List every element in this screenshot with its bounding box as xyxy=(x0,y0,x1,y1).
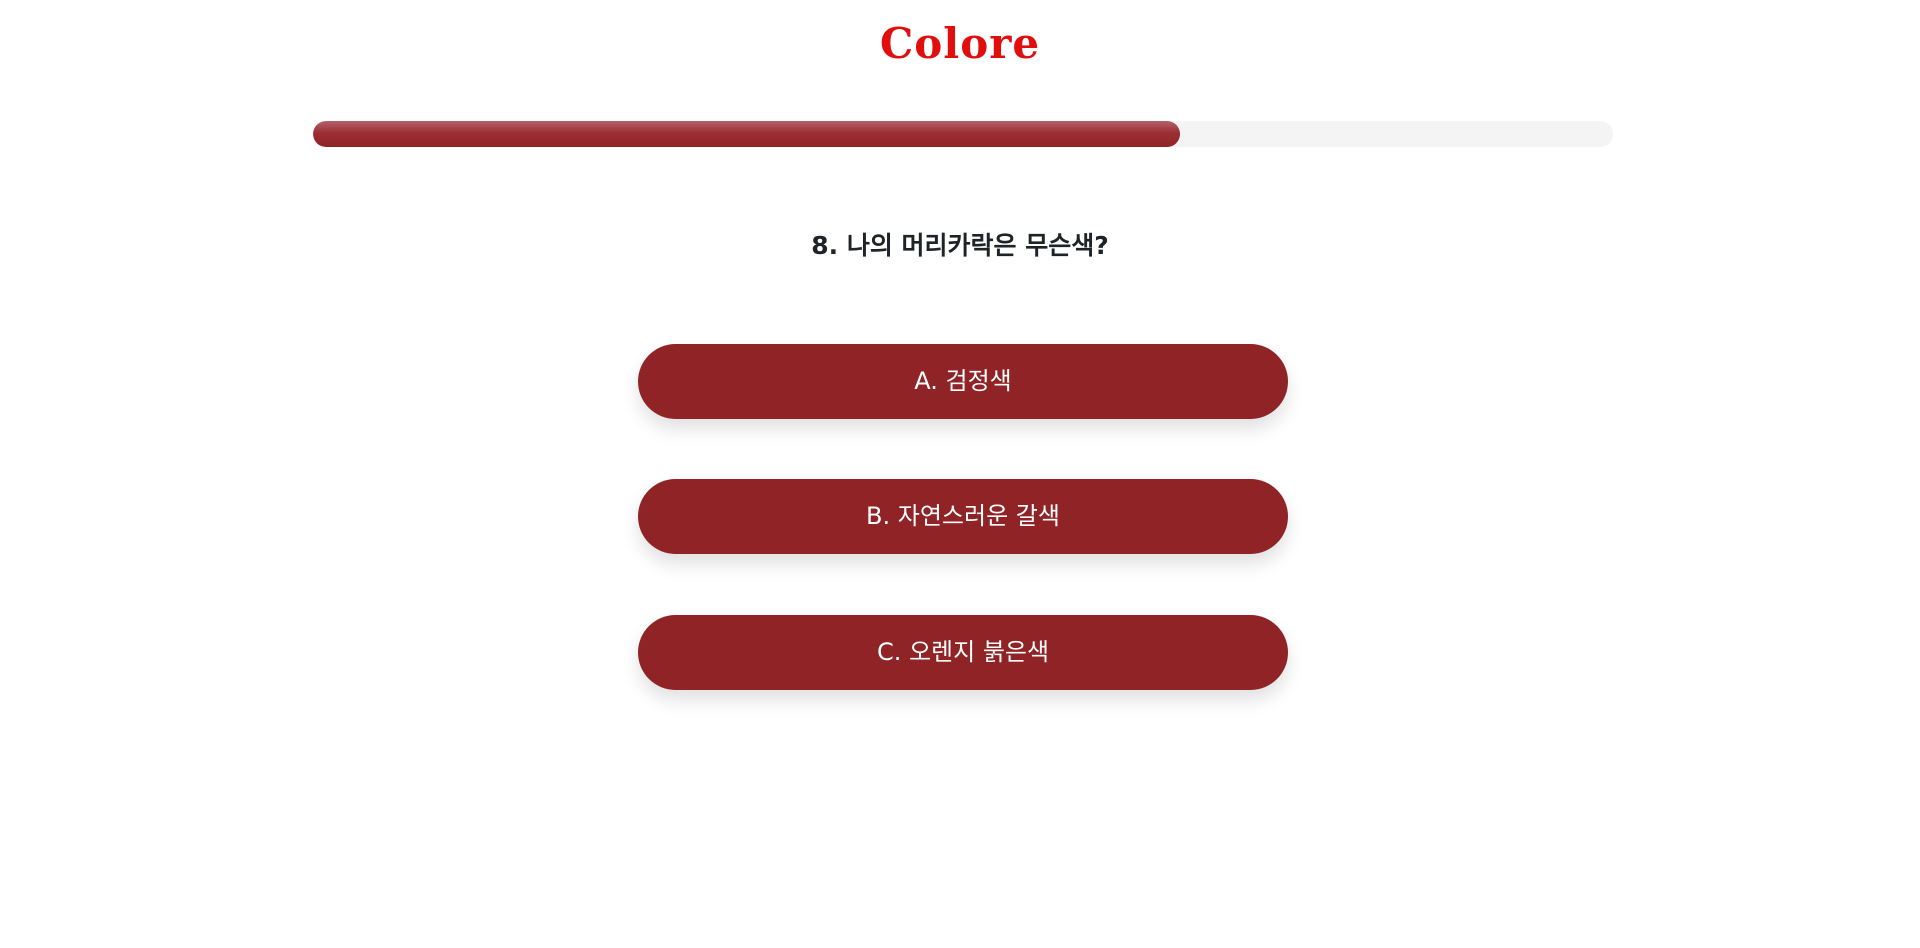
answer-button-c[interactable]: C. 오렌지 붉은색 xyxy=(638,615,1288,690)
quiz-page: Colore 8. 나의 머리카락은 무슨색? A. 검정색 B. 자연스러운 … xyxy=(0,0,1920,948)
logo[interactable]: Colore xyxy=(0,16,1920,72)
progress-bar xyxy=(313,121,1613,147)
progress-fill xyxy=(313,121,1181,147)
question-title: 8. 나의 머리카락은 무슨색? xyxy=(811,231,1109,260)
answer-button-b[interactable]: B. 자연스러운 갈색 xyxy=(638,479,1288,554)
answer-button-a[interactable]: A. 검정색 xyxy=(638,344,1288,419)
